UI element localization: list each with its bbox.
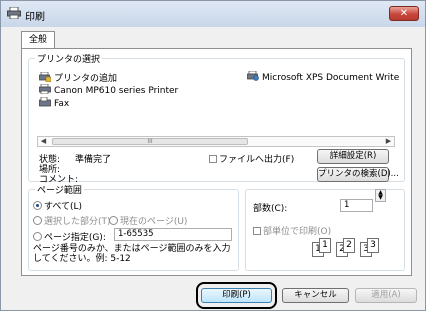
copies-input[interactable]: 1 (340, 199, 373, 212)
radio-button[interactable] (109, 216, 118, 225)
radio-pages[interactable]: ページ指定(G): (33, 230, 106, 243)
apply-button-label: 適用(A) (371, 290, 401, 300)
collate-page: 3 (367, 238, 379, 253)
collate-label: 部単位で印刷(O) (263, 227, 332, 237)
collate-page: 2 (343, 238, 355, 253)
copies-spinner[interactable]: ▲ ▼ (375, 189, 386, 202)
radio-current-page-label: 現在のページ(U) (120, 217, 188, 227)
print-dialog: 印刷 ✕ 全般 プリンタの選択 プリンタの追加 Microsoft XPS Do… (0, 0, 426, 311)
find-printer-button[interactable]: プリンタの検索(D)... (317, 167, 399, 182)
add-printer-icon (39, 72, 51, 82)
pages-input[interactable]: 1-65535 (114, 228, 232, 241)
collate-checkbox[interactable]: 部単位で印刷(O) (253, 224, 331, 237)
printer-list-scrollbar[interactable]: ◀ III ▶ (37, 136, 395, 147)
general-panel: プリンタの選択 プリンタの追加 Microsoft XPS Document W… (21, 48, 412, 276)
scroll-thumb[interactable]: III (52, 138, 248, 145)
close-button[interactable]: ✕ (389, 6, 419, 21)
checkbox-box[interactable] (253, 227, 261, 235)
find-printer-button-label: プリンタの検索(D)... (318, 169, 399, 179)
checkbox-box[interactable] (209, 155, 217, 163)
printer-item-fax[interactable]: Fax (39, 97, 69, 109)
tab-general[interactable]: 全般 (21, 31, 55, 49)
radio-selection-label: 選択した部分(T) (44, 217, 111, 227)
printer-name: Fax (54, 99, 70, 109)
radio-selection[interactable]: 選択した部分(T) (33, 214, 111, 227)
page-range-hint: ページ番号のみか、またはページ範囲のみを入力してください。例: 5-12 (33, 244, 231, 264)
window-title: 印刷 (25, 12, 45, 23)
pages-input-value: 1-65535 (118, 229, 154, 239)
radio-all[interactable]: すべて(L) (33, 199, 82, 212)
collate-page: 1 (319, 238, 331, 253)
printer-item-xps[interactable]: Microsoft XPS Document Write (247, 71, 399, 83)
page-range-legend: ページ範囲 (35, 183, 84, 196)
copies-value: 1 (344, 200, 350, 210)
preferences-button-label: 詳細設定(R) (329, 151, 377, 161)
printer-icon (7, 7, 21, 19)
scroll-right-icon[interactable]: ▶ (383, 137, 394, 146)
radio-button[interactable] (33, 201, 42, 210)
radio-pages-label: ページ指定(G): (44, 233, 106, 243)
print-button-highlight (196, 282, 277, 309)
printer-name: Microsoft XPS Document Write (262, 73, 399, 83)
page-range-group: ページ範囲 すべて(L) 選択した部分(T) 現在のページ(U) ページ指定(G… (28, 183, 239, 271)
tab-general-label: 全般 (28, 35, 47, 45)
printer-item-canon[interactable]: Canon MP610 series Printer (39, 84, 178, 96)
close-icon: ✕ (399, 8, 409, 19)
xps-printer-icon (247, 71, 259, 81)
printer-name: プリンタの追加 (54, 74, 118, 84)
printer-name: Canon MP610 series Printer (54, 86, 179, 96)
print-to-file-label: ファイルへ出力(F) (219, 155, 295, 165)
cancel-button-label: キャンセル (294, 290, 337, 300)
print-to-file-checkbox[interactable]: ファイルへ出力(F) (209, 152, 294, 165)
radio-button[interactable] (33, 232, 42, 241)
radio-current-page[interactable]: 現在のページ(U) (109, 214, 187, 227)
printer-select-group: プリンタの選択 プリンタの追加 Microsoft XPS Document W… (28, 52, 405, 185)
printer-item-add[interactable]: プリンタの追加 (39, 71, 117, 84)
printer-icon (39, 84, 51, 94)
cancel-button[interactable]: キャンセル (282, 288, 349, 303)
title-bar: 印刷 ✕ (1, 1, 425, 27)
printer-select-legend: プリンタの選択 (35, 52, 103, 65)
radio-all-label: すべて(L) (44, 202, 83, 212)
spin-down-icon[interactable]: ▼ (378, 194, 383, 201)
status-value: 準備完了 (75, 155, 112, 165)
fax-icon (39, 97, 51, 107)
scroll-left-icon[interactable]: ◀ (38, 137, 49, 146)
apply-button[interactable]: 適用(A) (355, 288, 417, 303)
copies-label: 部数(C): (253, 204, 288, 214)
radio-button[interactable] (33, 216, 42, 225)
preferences-button[interactable]: 詳細設定(R) (317, 149, 389, 164)
